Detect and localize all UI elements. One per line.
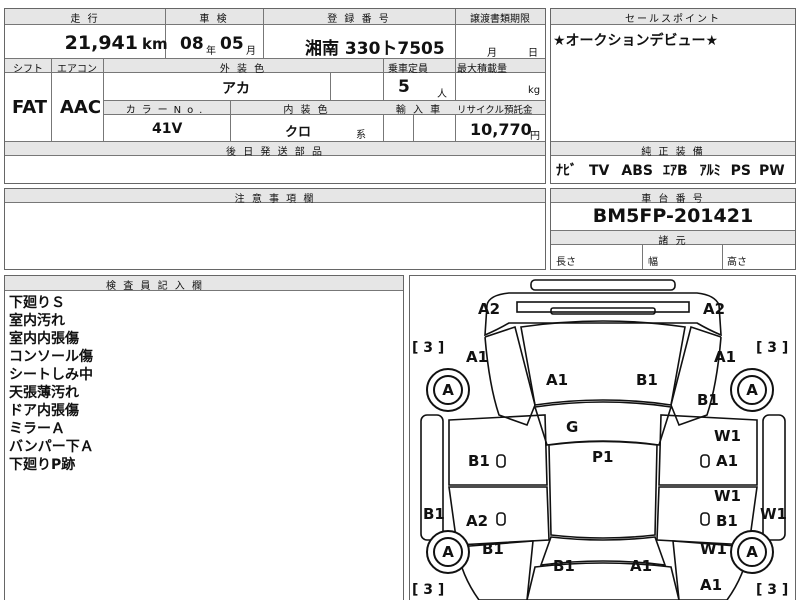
mark-right-rear-door: B1 xyxy=(716,512,738,530)
remark-line: 下廻りＳ xyxy=(9,295,65,311)
remark-line: シートしみ中 xyxy=(9,367,93,383)
tire-mark: A xyxy=(433,375,463,405)
mark-front-right-corner: A2 xyxy=(703,300,726,318)
interior-label: 内 装 色 xyxy=(283,105,330,116)
mark-right-rear-door-top: W1 xyxy=(714,487,741,505)
later-parts-label: 後 日 発 送 部 品 xyxy=(226,147,324,158)
mark-hood-left: A1 xyxy=(546,371,569,389)
transfer-day-unit: 日 xyxy=(528,48,538,59)
shift-value: FAT xyxy=(12,97,48,118)
mark-right-fender-low: B1 xyxy=(697,391,719,409)
equipment-pw: PW xyxy=(759,163,785,179)
height-label: 高さ xyxy=(727,257,747,268)
mark-windshield: G xyxy=(566,418,579,436)
tire-grade-rear-left: [ 3 ] xyxy=(412,582,445,598)
equipment-ps: PS xyxy=(730,163,751,179)
import-label: 輸 入 車 xyxy=(395,105,443,116)
tire-grade-front-left: [ 3 ] xyxy=(412,340,445,356)
dims-label: 諸 元 xyxy=(658,236,688,247)
tire-mark: A xyxy=(433,537,463,567)
tire-mark: A xyxy=(737,537,767,567)
chassis-label: 車 台 番 号 xyxy=(641,194,705,205)
color-no-label: カラーNo. xyxy=(125,105,209,116)
mileage-unit: km xyxy=(142,35,168,53)
equipment-label: 純 正 装 備 xyxy=(641,147,705,158)
ac-label: エアコン xyxy=(57,64,97,75)
front-left-tire: A xyxy=(426,368,470,412)
length-label: 長さ xyxy=(556,257,576,268)
remark-line: 下廻りP跡 xyxy=(9,457,76,473)
ac-value: AAC xyxy=(60,97,102,118)
shift-label: シフト xyxy=(13,64,43,75)
mark-right-rocker: W1 xyxy=(760,505,787,523)
max-load-label: 最大積載量 xyxy=(457,64,507,75)
tire-grade-front-right: [ 3 ] xyxy=(756,340,789,356)
remark-line: 室内汚れ xyxy=(9,313,65,329)
registration-label: 登 録 番 号 xyxy=(327,14,391,25)
mark-trunk-left: B1 xyxy=(553,557,575,575)
mark-right-front-door: A1 xyxy=(716,452,739,470)
tire-mark: A xyxy=(737,375,767,405)
transfer-month-unit: 月 xyxy=(487,48,497,59)
mark-right-fender: A1 xyxy=(714,348,737,366)
month-unit: 月 xyxy=(246,46,256,57)
rear-right-tire: A xyxy=(730,530,774,574)
width-label: 幅 xyxy=(648,257,658,268)
mark-left-rear-door: A2 xyxy=(466,512,489,530)
sales-point-label: セールスポイント xyxy=(625,14,721,25)
front-right-tire: A xyxy=(730,368,774,412)
equipment-navi: ﾅﾋﾞ xyxy=(556,163,577,179)
registration-value: 湘南 330ト7505 xyxy=(305,39,445,59)
mark-hood-right: B1 xyxy=(636,371,658,389)
mark-left-rear-fender: B1 xyxy=(482,540,504,558)
interior-suffix: 系 xyxy=(356,130,366,141)
yen-unit: 円 xyxy=(530,131,540,142)
mark-left-rocker: B1 xyxy=(423,505,445,523)
inspection-month: 05 xyxy=(220,34,244,54)
color-no-value: 41V xyxy=(152,121,183,137)
remark-line: バンパー下Ａ xyxy=(9,439,94,455)
recycle-label: リサイクル預託金 xyxy=(457,105,533,116)
inspection-label: 車 検 xyxy=(199,14,229,25)
exterior-label: 外 装 色 xyxy=(219,64,267,75)
remarks-list: 下廻りＳ 室内汚れ 室内内張傷 コンソール傷 シートしみ中 天張薄汚れ ドア内張… xyxy=(9,294,94,474)
load-unit: kg xyxy=(528,85,541,96)
chassis-number: BM5FP-201421 xyxy=(592,205,754,227)
remark-line: 天張薄汚れ xyxy=(9,385,79,401)
sales-point-text: ★オークションデビュー★ xyxy=(553,33,719,49)
remark-line: ミラーＡ xyxy=(9,421,65,437)
equipment-list: ﾅﾋﾞ TV ABS ｴｱB ｱﾙﾐ PS PW xyxy=(556,160,785,180)
interior-color-value: クロ xyxy=(285,125,312,140)
inspector-label: 検 査 員 記 入 欄 xyxy=(106,281,204,292)
capacity-unit: 人 xyxy=(437,89,447,100)
mark-roof: P1 xyxy=(592,448,614,466)
remark-line: 室内内張傷 xyxy=(9,331,79,347)
recycle-fee-value: 10,770 xyxy=(470,120,532,139)
mark-right-front-door-top: W1 xyxy=(714,427,741,445)
mileage-label: 走 行 xyxy=(70,14,100,25)
mileage-value: 21,941 xyxy=(64,32,138,54)
capacity-label: 乗車定員 xyxy=(388,64,428,75)
transfer-docs-label: 譲渡書類期限 xyxy=(470,14,530,25)
equipment-abs: ABS xyxy=(621,163,653,179)
remark-line: ドア内張傷 xyxy=(9,403,79,419)
equipment-alloy: ｱﾙﾐ xyxy=(699,163,721,179)
notes-label: 注 意 事 項 欄 xyxy=(234,194,316,205)
mark-left-fender: A1 xyxy=(466,348,489,366)
mark-rear-right-corner: A1 xyxy=(700,576,723,594)
tire-grade-rear-right: [ 3 ] xyxy=(756,582,789,598)
mark-trunk-right: A1 xyxy=(630,557,653,575)
mark-left-front-door: B1 xyxy=(468,452,490,470)
rear-left-tire: A xyxy=(426,530,470,574)
capacity-value: 5 xyxy=(398,77,410,97)
equipment-airbag: ｴｱB xyxy=(662,163,688,179)
mark-front-left-corner: A2 xyxy=(478,300,501,318)
year-unit: 年 xyxy=(206,46,216,57)
inspection-year: 08 xyxy=(180,34,204,54)
exterior-color-value: アカ xyxy=(222,81,250,97)
mark-right-rear-fender: W1 xyxy=(700,540,727,558)
remark-line: コンソール傷 xyxy=(9,349,93,365)
equipment-tv: TV xyxy=(589,163,610,179)
